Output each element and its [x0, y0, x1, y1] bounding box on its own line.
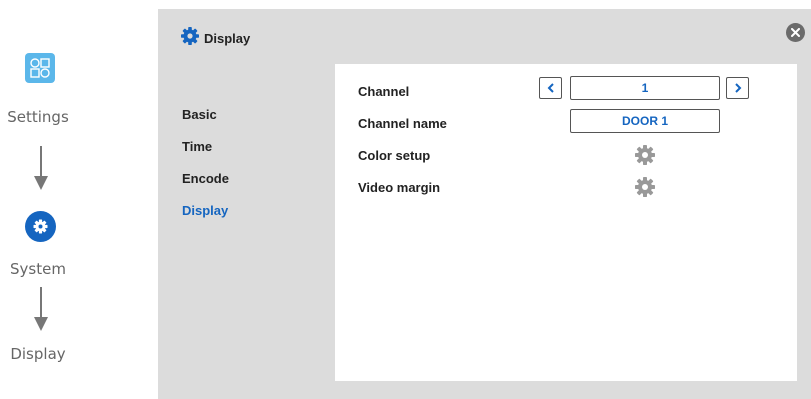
video-margin-label: Video margin [358, 180, 441, 195]
gear-icon [635, 177, 655, 197]
gear-icon [180, 26, 200, 51]
navigation-flow: Settings System Display [0, 0, 158, 399]
flow-step-display: Display [10, 345, 66, 363]
settings-menu: Basic Time Encode Display [182, 107, 229, 235]
color-setup-button[interactable] [634, 144, 656, 171]
menu-item-time[interactable]: Time [182, 139, 229, 171]
channel-name-field[interactable]: DOOR 1 [570, 109, 720, 133]
flow-step-system: System [10, 260, 66, 278]
down-arrow-icon [34, 146, 48, 191]
channel-label: Channel [358, 84, 410, 99]
flow-step-settings: Settings [7, 108, 69, 126]
chevron-right-icon [734, 83, 741, 93]
video-margin-button[interactable] [634, 176, 656, 203]
color-setup-label: Color setup [358, 148, 431, 163]
close-button[interactable] [786, 23, 805, 42]
menu-item-basic[interactable]: Basic [182, 107, 229, 139]
channel-value: 1 [570, 76, 720, 100]
menu-item-display[interactable]: Display [182, 203, 229, 235]
channel-next-button[interactable] [726, 77, 749, 99]
display-settings-panel: Channel 1 Channel name DOOR 1 Color setu… [335, 64, 797, 381]
menu-item-encode[interactable]: Encode [182, 171, 229, 203]
dialog-title: Display [204, 31, 251, 46]
channel-name-label: Channel name [358, 116, 447, 131]
system-gear-icon [25, 211, 56, 242]
display-dialog: Display Basic Time Encode Display Channe… [158, 9, 811, 399]
chevron-left-icon [547, 83, 554, 93]
down-arrow-icon [34, 287, 48, 332]
close-icon [791, 28, 800, 37]
screen: Settings System Display Display Basic Ti… [0, 0, 811, 399]
settings-apps-icon [25, 53, 55, 83]
gear-icon [635, 145, 655, 165]
channel-prev-button[interactable] [539, 77, 562, 99]
